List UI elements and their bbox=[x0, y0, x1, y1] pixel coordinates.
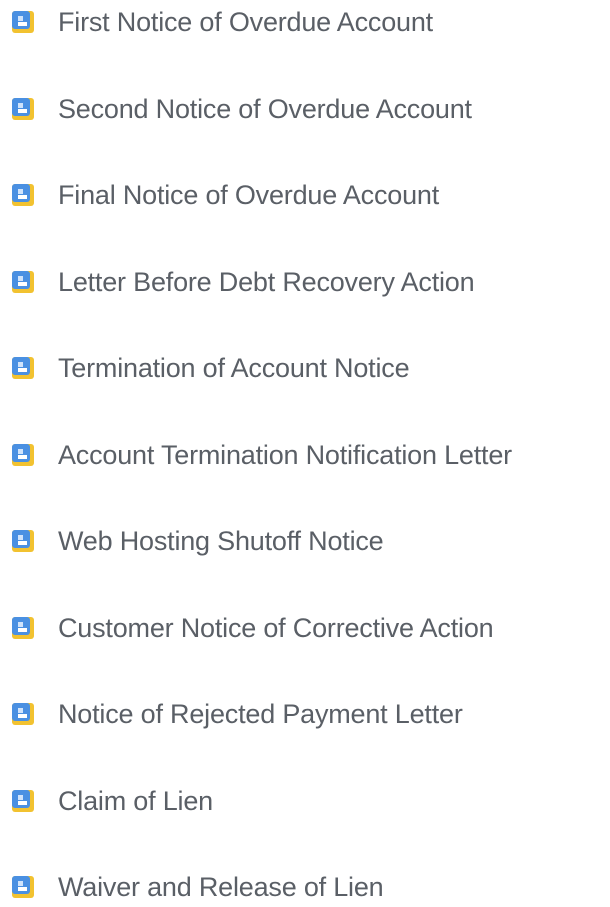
list-item[interactable]: Letter Before Debt Recovery Action bbox=[12, 262, 475, 302]
list-item-label: Account Termination Notification Letter bbox=[58, 440, 512, 470]
list-item[interactable]: Termination of Account Notice bbox=[12, 348, 410, 388]
document-icon bbox=[12, 98, 34, 120]
list-item[interactable]: Second Notice of Overdue Account bbox=[12, 89, 472, 129]
list-item[interactable]: Claim of Lien bbox=[12, 781, 213, 821]
list-item-label: Customer Notice of Corrective Action bbox=[58, 613, 494, 643]
list-item[interactable]: Waiver and Release of Lien bbox=[12, 867, 384, 907]
list-item-label: Second Notice of Overdue Account bbox=[58, 94, 472, 124]
list-item[interactable]: Final Notice of Overdue Account bbox=[12, 175, 439, 215]
document-icon bbox=[12, 444, 34, 466]
list-item[interactable]: First Notice of Overdue Account bbox=[12, 2, 433, 42]
list-item-label: Final Notice of Overdue Account bbox=[58, 180, 440, 210]
list-item[interactable]: Account Termination Notification Letter bbox=[12, 435, 512, 475]
list-item-label: Notice of Rejected Payment Letter bbox=[58, 699, 463, 729]
list-item-label: Letter Before Debt Recovery Action bbox=[58, 267, 475, 297]
document-icon bbox=[12, 790, 34, 812]
document-icon bbox=[12, 530, 34, 552]
list-item-label: Termination of Account Notice bbox=[58, 353, 410, 383]
document-icon bbox=[12, 357, 34, 379]
list-item[interactable]: Notice of Rejected Payment Letter bbox=[12, 694, 463, 734]
list-item-label: Claim of Lien bbox=[58, 786, 213, 816]
document-icon bbox=[12, 271, 34, 293]
document-icon bbox=[12, 184, 34, 206]
list-item-label: First Notice of Overdue Account bbox=[58, 7, 433, 37]
document-icon bbox=[12, 876, 34, 898]
document-icon bbox=[12, 11, 34, 33]
list-item[interactable]: Web Hosting Shutoff Notice bbox=[12, 521, 384, 561]
list-item-label: Web Hosting Shutoff Notice bbox=[58, 526, 384, 556]
document-icon bbox=[12, 617, 34, 639]
document-icon bbox=[12, 703, 34, 725]
list-item[interactable]: Customer Notice of Corrective Action bbox=[12, 608, 494, 648]
list-item-label: Waiver and Release of Lien bbox=[58, 872, 384, 902]
